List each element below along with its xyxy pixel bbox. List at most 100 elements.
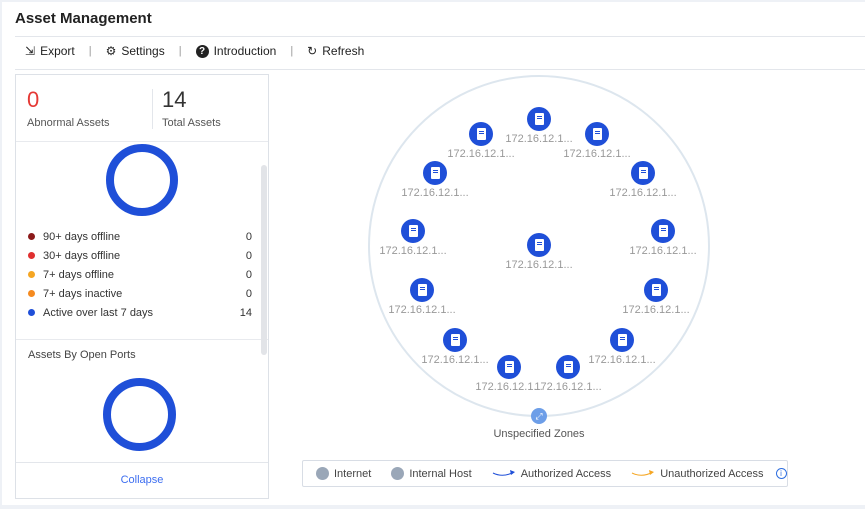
- host-node-label: 172.16.12.1...: [563, 148, 631, 160]
- server-icon: [563, 361, 573, 373]
- status-legend-item[interactable]: 90+ days offline 0: [28, 227, 252, 246]
- legend-label: Authorized Access: [520, 467, 612, 480]
- status-count: 0: [245, 287, 252, 300]
- scrollbar[interactable]: [261, 165, 267, 355]
- abnormal-assets-label: Abnormal Assets: [27, 117, 110, 129]
- introduction-button[interactable]: ? Introduction: [195, 44, 277, 58]
- page-title: Asset Management: [15, 10, 152, 27]
- server-icon: [534, 239, 544, 251]
- host-node-label: 172.16.12.1...: [475, 381, 543, 393]
- server-icon: [638, 167, 648, 179]
- host-node-label: 172.16.12.1...: [629, 245, 697, 257]
- host-node-label: 172.16.12.1...: [421, 354, 489, 366]
- server-icon: [534, 113, 544, 125]
- host-node[interactable]: [401, 219, 425, 243]
- host-node-label: 172.16.12.1...: [401, 187, 469, 199]
- export-label: Export: [40, 44, 75, 58]
- server-icon: [450, 334, 460, 346]
- globe-icon: [316, 467, 329, 480]
- status-count: 0: [245, 230, 252, 243]
- status-label: 30+ days offline: [43, 249, 121, 262]
- host-node[interactable]: [631, 161, 655, 185]
- status-label: 7+ days offline: [43, 268, 115, 281]
- host-node-label: 172.16.12.1...: [505, 133, 573, 145]
- host-node[interactable]: [527, 233, 551, 257]
- refresh-label: Refresh: [322, 44, 365, 58]
- host-node-label: 172.16.12.1...: [534, 381, 602, 393]
- host-node[interactable]: [585, 122, 609, 146]
- status-dot-icon: [28, 290, 35, 297]
- host-node-label: 172.16.12.1...: [388, 304, 456, 316]
- separator: |: [178, 45, 182, 57]
- status-dot-icon: [28, 309, 35, 316]
- server-icon: [408, 225, 418, 237]
- separator: |: [290, 45, 294, 57]
- server-icon: [430, 167, 440, 179]
- status-legend-item[interactable]: 7+ days offline 0: [28, 265, 252, 284]
- status-legend: 90+ days offline 0 30+ days offline 0 7+ day…: [28, 227, 252, 322]
- refresh-button[interactable]: ↻ Refresh: [307, 44, 364, 58]
- refresh-icon: ↻: [307, 44, 318, 58]
- info-icon[interactable]: i: [775, 468, 787, 479]
- divider: [15, 36, 865, 37]
- divider: [152, 89, 153, 129]
- host-node-label: 172.16.12.1...: [447, 148, 515, 160]
- unauthorized-arrow-icon: [631, 469, 655, 476]
- status-legend-item[interactable]: Active over last 7 days 14: [28, 303, 252, 322]
- host-node[interactable]: [610, 328, 634, 352]
- divider: [16, 141, 268, 142]
- total-assets-label: Total Assets: [162, 117, 221, 129]
- server-icon: [417, 284, 427, 296]
- host-node-label: 172.16.12.1...: [588, 354, 656, 366]
- map-legend: Internet Internal Host Authorized Access…: [302, 460, 788, 487]
- host-node[interactable]: [443, 328, 467, 352]
- host-node-label: 172.16.12.1...: [379, 245, 447, 257]
- host-node[interactable]: [556, 355, 580, 379]
- legend-internet: Internet: [316, 467, 371, 480]
- host-node[interactable]: [527, 107, 551, 131]
- abnormal-assets-stat[interactable]: 0 Abnormal Assets: [27, 87, 110, 129]
- legend-label: Unauthorized Access: [660, 467, 764, 480]
- collapse-button[interactable]: Collapse: [16, 462, 268, 498]
- host-node[interactable]: [410, 278, 434, 302]
- gear-icon: ⚙: [105, 44, 117, 58]
- host-node-label: 172.16.12.1...: [609, 187, 677, 199]
- host-icon: [391, 467, 405, 480]
- toolbar: ⇲ Export | ⚙ Settings | ? Introduction | ↻ R…: [25, 44, 364, 58]
- status-dot-icon: [28, 271, 35, 278]
- status-donut-chart: [106, 144, 178, 216]
- status-count: 0: [245, 268, 252, 281]
- status-label: 7+ days inactive: [43, 287, 123, 300]
- introduction-label: Introduction: [213, 44, 277, 58]
- separator: |: [88, 45, 92, 57]
- status-label: Active over last 7 days: [43, 306, 154, 319]
- abnormal-assets-count: 0: [27, 87, 40, 112]
- legend-authorized: Authorized Access: [492, 467, 612, 480]
- host-node[interactable]: [644, 278, 668, 302]
- host-node[interactable]: [497, 355, 521, 379]
- server-icon: [476, 128, 486, 140]
- zone-icon[interactable]: ⤢: [531, 408, 547, 424]
- summary-panel: 0 Abnormal Assets 14 Total Assets 90+ da…: [15, 74, 269, 499]
- status-count: 0: [245, 249, 252, 262]
- total-assets-count: 14: [162, 87, 187, 112]
- export-button[interactable]: ⇲ Export: [25, 44, 75, 58]
- legend-label: Internal Host: [409, 467, 472, 480]
- server-icon: [658, 225, 668, 237]
- divider: [16, 339, 268, 340]
- host-node-label: 172.16.12.1...: [622, 304, 690, 316]
- question-icon: ?: [195, 44, 209, 58]
- server-icon: [504, 361, 514, 373]
- host-node[interactable]: [651, 219, 675, 243]
- host-node[interactable]: [469, 122, 493, 146]
- zone-label: Unspecified Zones: [493, 428, 585, 440]
- host-node[interactable]: [423, 161, 447, 185]
- settings-button[interactable]: ⚙ Settings: [106, 44, 165, 58]
- legend-internal-host: Internal Host: [391, 467, 472, 480]
- total-assets-stat[interactable]: 14 Total Assets: [162, 87, 221, 129]
- status-count: 14: [239, 306, 252, 319]
- status-legend-item[interactable]: 7+ days inactive 0: [28, 284, 252, 303]
- host-node-label: 172.16.12.1...: [505, 259, 573, 271]
- status-legend-item[interactable]: 30+ days offline 0: [28, 246, 252, 265]
- export-icon: ⇲: [25, 44, 36, 58]
